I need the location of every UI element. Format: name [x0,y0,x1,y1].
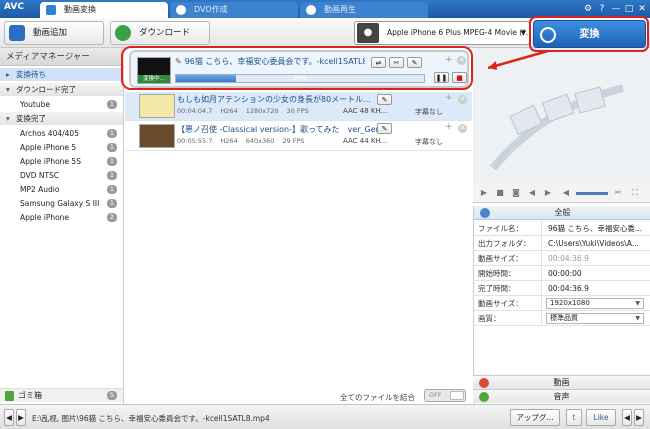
convert-highlight [529,16,649,52]
annotation-arrow [487,49,549,70]
task-highlight [121,46,473,90]
annotation-overlay [121,16,649,90]
